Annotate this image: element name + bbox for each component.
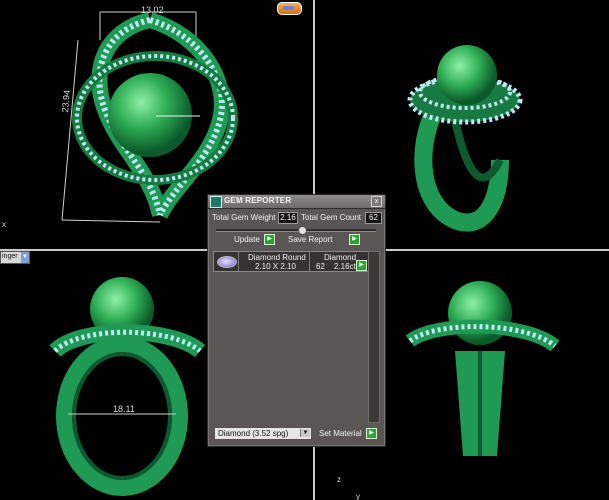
total-gem-count-value: 62 <box>365 212 382 224</box>
diamond-gem-icon <box>217 256 237 268</box>
material-dropdown[interactable]: Diamond (3.52 spg) ▼ <box>214 427 312 440</box>
gem-row-size: 2.10 X 2.10 <box>255 262 296 271</box>
close-icon[interactable]: x <box>371 196 382 207</box>
dimension-shank-label: 18.11 <box>113 404 135 414</box>
gem-list-scrollbar[interactable] <box>368 251 380 423</box>
view-selector-dropdown[interactable]: inger ▼ <box>0 251 30 264</box>
save-report-label: Save Report <box>288 235 333 244</box>
set-material-label: Set Material <box>319 429 362 438</box>
view-selector-value: inger <box>2 253 18 260</box>
total-gem-weight-label: Total Gem Weight <box>212 213 276 222</box>
save-report-button[interactable]: ▶ <box>349 234 360 245</box>
report-slider[interactable] <box>216 226 376 235</box>
gem-table-header-shape: Diamond Round <box>248 253 306 262</box>
logo-badge-icon <box>277 2 302 15</box>
dropdown-arrow-icon: ▼ <box>21 252 29 263</box>
axis-x-label: x <box>2 220 6 229</box>
material-dropdown-value: Diamond (3.52 spg) <box>218 429 289 438</box>
gem-row-count: 62 <box>316 262 325 271</box>
gem-reporter-title: GEM REPORTER <box>224 196 292 205</box>
gem-reporter-panel[interactable]: GEM REPORTER x Total Gem Weight 2.16 Tot… <box>207 194 386 447</box>
gem-table: Diamond Round 2.10 X 2.10 Diamond 62 2.1… <box>213 251 369 272</box>
total-gem-count-label: Total Gem Count <box>301 213 362 222</box>
set-material-button[interactable]: ▶ <box>366 428 377 439</box>
slider-knob[interactable] <box>298 226 307 235</box>
dimension-height-label: 23.94 <box>60 89 72 113</box>
gem-table-shape-col: Diamond Round 2.10 X 2.10 <box>239 252 310 271</box>
dimension-width-label: 13.02 <box>141 5 164 15</box>
gem-row-action-button[interactable]: ▶ <box>356 260 367 271</box>
dropdown-arrow-icon: ▼ <box>300 429 310 437</box>
total-gem-weight-value: 2.16 <box>278 212 298 224</box>
axis-z-label: z <box>337 475 341 484</box>
gem-table-header-material: Diamond <box>324 253 357 262</box>
update-button[interactable]: ▶ <box>264 234 275 245</box>
update-label: Update <box>234 235 260 244</box>
gem-reporter-titlebar[interactable]: GEM REPORTER x <box>208 195 385 209</box>
axis-y-label: y <box>356 492 360 500</box>
gem-reporter-app-icon <box>210 196 222 208</box>
gem-table-icon-col <box>214 252 239 271</box>
